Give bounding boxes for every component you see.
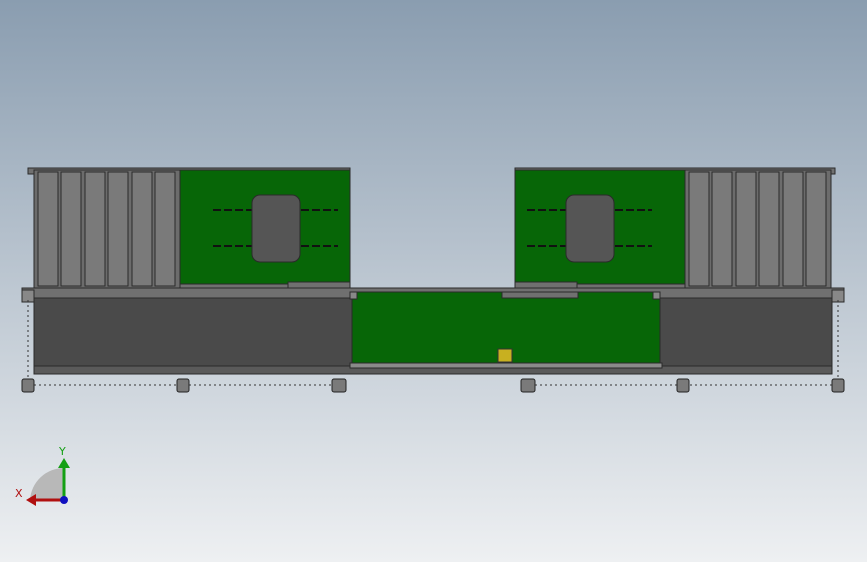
left-pcb-board — [179, 169, 351, 291]
center-component — [497, 348, 513, 363]
corner-block — [652, 291, 661, 300]
foot — [676, 378, 690, 393]
corner-block — [349, 291, 358, 300]
foot — [831, 378, 845, 393]
center-top-strip — [501, 291, 579, 299]
center-bottom-tray — [349, 362, 663, 369]
left-slat-rack — [33, 169, 181, 289]
foot — [21, 378, 35, 393]
base-right-block — [659, 297, 833, 367]
left-chip — [251, 194, 301, 263]
foot — [176, 378, 190, 393]
z-axis-dot — [60, 496, 68, 504]
graphics-viewport[interactable]: Y X — [0, 0, 867, 562]
x-axis-label: X — [15, 487, 23, 500]
right-chip — [565, 194, 615, 263]
right-pcb-board — [514, 169, 686, 291]
y-axis-label: Y — [58, 445, 66, 458]
foot — [520, 378, 536, 393]
right-slat-rack — [684, 169, 832, 289]
base-left-block — [33, 297, 353, 367]
foot — [331, 378, 347, 393]
